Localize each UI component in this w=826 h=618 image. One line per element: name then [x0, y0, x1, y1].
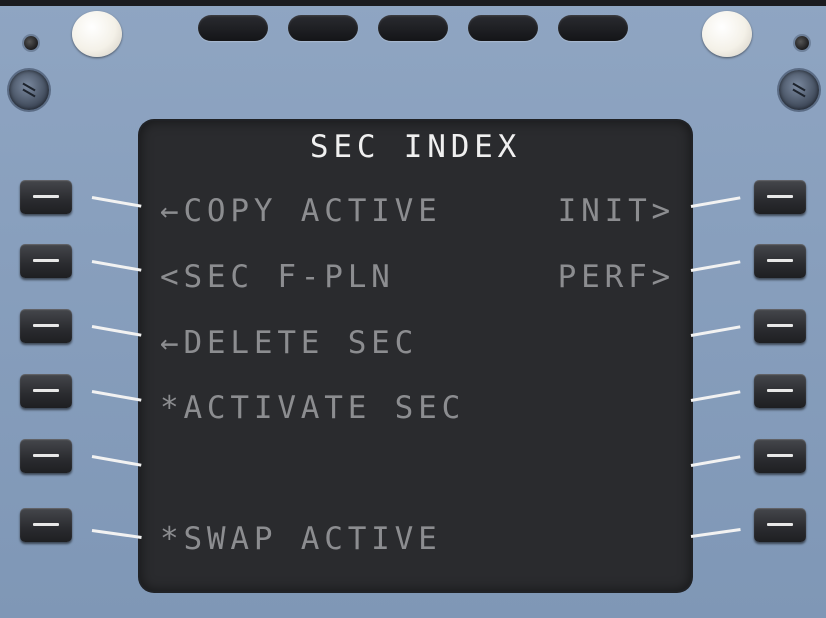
dash-icon [767, 259, 793, 262]
dash-icon [767, 195, 793, 198]
left-line-2: <SEC F-PLN [160, 259, 395, 295]
left-line-1: ←COPY ACTIVE [160, 193, 442, 229]
dash-icon [33, 195, 59, 198]
lsk-right-3[interactable] [754, 309, 806, 343]
leader-line [690, 390, 741, 402]
bezel-top-edge [0, 0, 826, 6]
lsk-right-1[interactable] [754, 180, 806, 214]
annunciator-pill-2 [288, 15, 358, 41]
lsk-right-6[interactable] [754, 508, 806, 542]
lsk-left-1[interactable] [20, 180, 72, 214]
lsk-left-3[interactable] [20, 309, 72, 343]
dash-icon [33, 259, 59, 262]
leader-line [91, 529, 142, 539]
annunciator-pill-5 [558, 15, 628, 41]
screw-icon [9, 70, 49, 110]
mcdu-bezel: SEC INDEX ←COPY ACTIVE <SEC F-PLN ←DELET… [0, 0, 826, 618]
left-line-4: *ACTIVATE SEC [160, 390, 466, 426]
left-lamp-icon [72, 11, 122, 57]
lsk-left-6[interactable] [20, 508, 72, 542]
dash-icon [767, 389, 793, 392]
annunciator-pill-4 [468, 15, 538, 41]
leader-line [690, 528, 741, 538]
lsk-left-4[interactable] [20, 374, 72, 408]
annunciator-pill-3 [378, 15, 448, 41]
mcdu-display: SEC INDEX ←COPY ACTIVE <SEC F-PLN ←DELET… [140, 121, 691, 591]
dash-icon [33, 523, 59, 526]
right-lamp-icon [702, 11, 752, 57]
leader-line [690, 260, 741, 272]
lsk-right-4[interactable] [754, 374, 806, 408]
leader-line [91, 455, 142, 467]
dash-icon [767, 454, 793, 457]
lsk-right-2[interactable] [754, 244, 806, 278]
right-line-2: PERF> [557, 259, 675, 295]
screw-icon [779, 70, 819, 110]
lsk-right-5[interactable] [754, 439, 806, 473]
leader-line [690, 196, 741, 208]
leader-line [91, 196, 142, 208]
leader-line [91, 325, 142, 337]
left-line-3: ←DELETE SEC [160, 325, 419, 361]
left-line-6: *SWAP ACTIVE [160, 521, 442, 557]
dash-icon [767, 523, 793, 526]
annunciator-pill-1 [198, 15, 268, 41]
lsk-left-5[interactable] [20, 439, 72, 473]
leader-line [690, 325, 741, 337]
bolt-icon [24, 36, 38, 50]
right-line-1: INIT> [557, 193, 675, 229]
dash-icon [767, 324, 793, 327]
dash-icon [33, 389, 59, 392]
page-title: SEC INDEX [309, 129, 522, 165]
bolt-icon [795, 36, 809, 50]
leader-line [690, 455, 741, 467]
leader-line [91, 260, 142, 272]
leader-line [91, 390, 142, 402]
lsk-left-2[interactable] [20, 244, 72, 278]
dash-icon [33, 324, 59, 327]
dash-icon [33, 454, 59, 457]
